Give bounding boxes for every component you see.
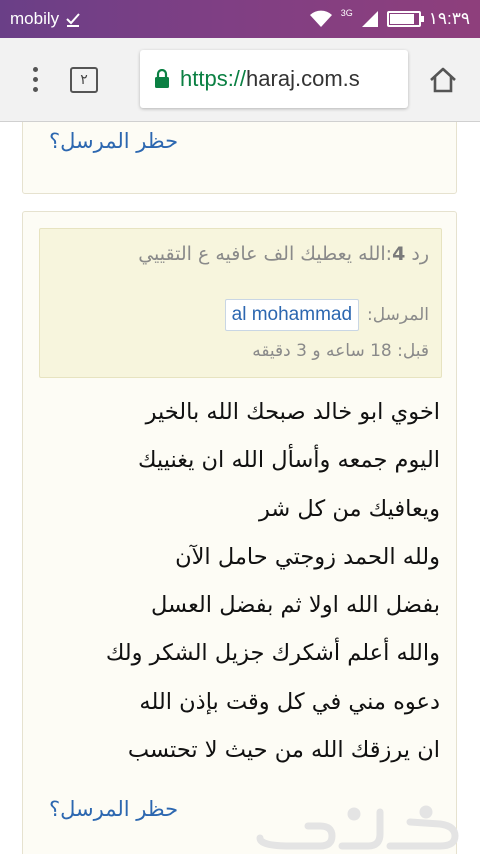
since-label: قبل: xyxy=(397,341,429,361)
signal-icon xyxy=(361,11,378,27)
reply-body: اخوي ابو خالد صبحك الله بالخير اليوم جمع… xyxy=(40,388,440,774)
haraj-watermark-logo xyxy=(256,805,459,850)
reply-title: رد 4:الله يعطيك الف عافيه ع التقييي xyxy=(138,243,429,265)
reply-body-line: دعوه مني في كل وقت بإذن الله xyxy=(139,688,440,715)
status-icons: 3G ١٩:٣٩ xyxy=(309,8,470,29)
lock-icon xyxy=(155,69,169,88)
reply-body-line: ويعافيك من كل شر xyxy=(259,495,440,522)
reply-title-text: :الله يعطيك الف عافيه ع التقييي xyxy=(138,243,393,265)
carrier-name: mobily xyxy=(10,9,60,28)
address-bar[interactable]: https://haraj.com.s xyxy=(140,50,408,108)
reply-body-line: اخوي ابو خالد صبحك الله بالخير xyxy=(145,399,440,425)
reply-card: رد 4:الله يعطيك الف عافيه ع التقييي المر… xyxy=(22,211,457,854)
browser-menu-button[interactable] xyxy=(0,67,70,92)
url-host: haraj.com.s xyxy=(246,66,360,91)
reply-body-line: بفضل الله اولا ثم بفضل العسل xyxy=(150,592,440,619)
reply-body-line: ان يرزقك الله من حيث لا تحتسب xyxy=(127,737,440,764)
reply-number-label: رد xyxy=(411,243,429,265)
previous-reply-card: حظر المرسل؟ xyxy=(22,122,457,194)
url-scheme: https:// xyxy=(180,66,247,91)
download-done-icon xyxy=(66,13,80,27)
battery-icon xyxy=(386,11,424,27)
url-text: https://haraj.com.s xyxy=(180,66,360,92)
sender-label: المرسل: xyxy=(367,305,429,325)
block-sender-link[interactable]: حظر المرسل؟ xyxy=(49,797,178,821)
since-value: 18 ساعه و 3 دقيقه xyxy=(252,341,392,361)
page-content: حظر المرسل؟ رد 4:الله يعطيك الف عافيه ع … xyxy=(0,122,480,854)
status-bar: mobily 3G ١٩:٣٩ xyxy=(0,0,480,38)
sender-name-link[interactable]: al mohammad xyxy=(224,299,360,331)
wifi-icon xyxy=(309,10,332,27)
block-sender-link[interactable]: حظر المرسل؟ xyxy=(49,129,178,153)
reply-header: رد 4:الله يعطيك الف عافيه ع التقييي المر… xyxy=(39,228,442,378)
carrier-info: mobily xyxy=(10,9,81,29)
tab-switcher-button[interactable]: ٢ xyxy=(70,66,98,93)
reply-body-line: ولله الحمد زوجتي حامل الآن xyxy=(175,543,440,570)
reply-number: 4 xyxy=(392,243,406,265)
home-icon[interactable] xyxy=(428,66,458,94)
since-row: قبل: 18 ساعه و 3 دقيقه xyxy=(252,341,429,361)
network-type: 3G xyxy=(340,8,353,18)
more-vert-icon xyxy=(32,67,38,92)
reply-body-line: اليوم جمعه وأسأل الله ان يغنييك xyxy=(137,447,440,474)
browser-toolbar: ٢ https://haraj.com.s xyxy=(0,38,480,122)
reply-body-line: والله أعلم أشكرك جزيل الشكر ولك xyxy=(105,640,440,667)
sender-row: المرسل: al mohammad xyxy=(224,299,429,331)
clock: ١٩:٣٩ xyxy=(428,9,470,28)
